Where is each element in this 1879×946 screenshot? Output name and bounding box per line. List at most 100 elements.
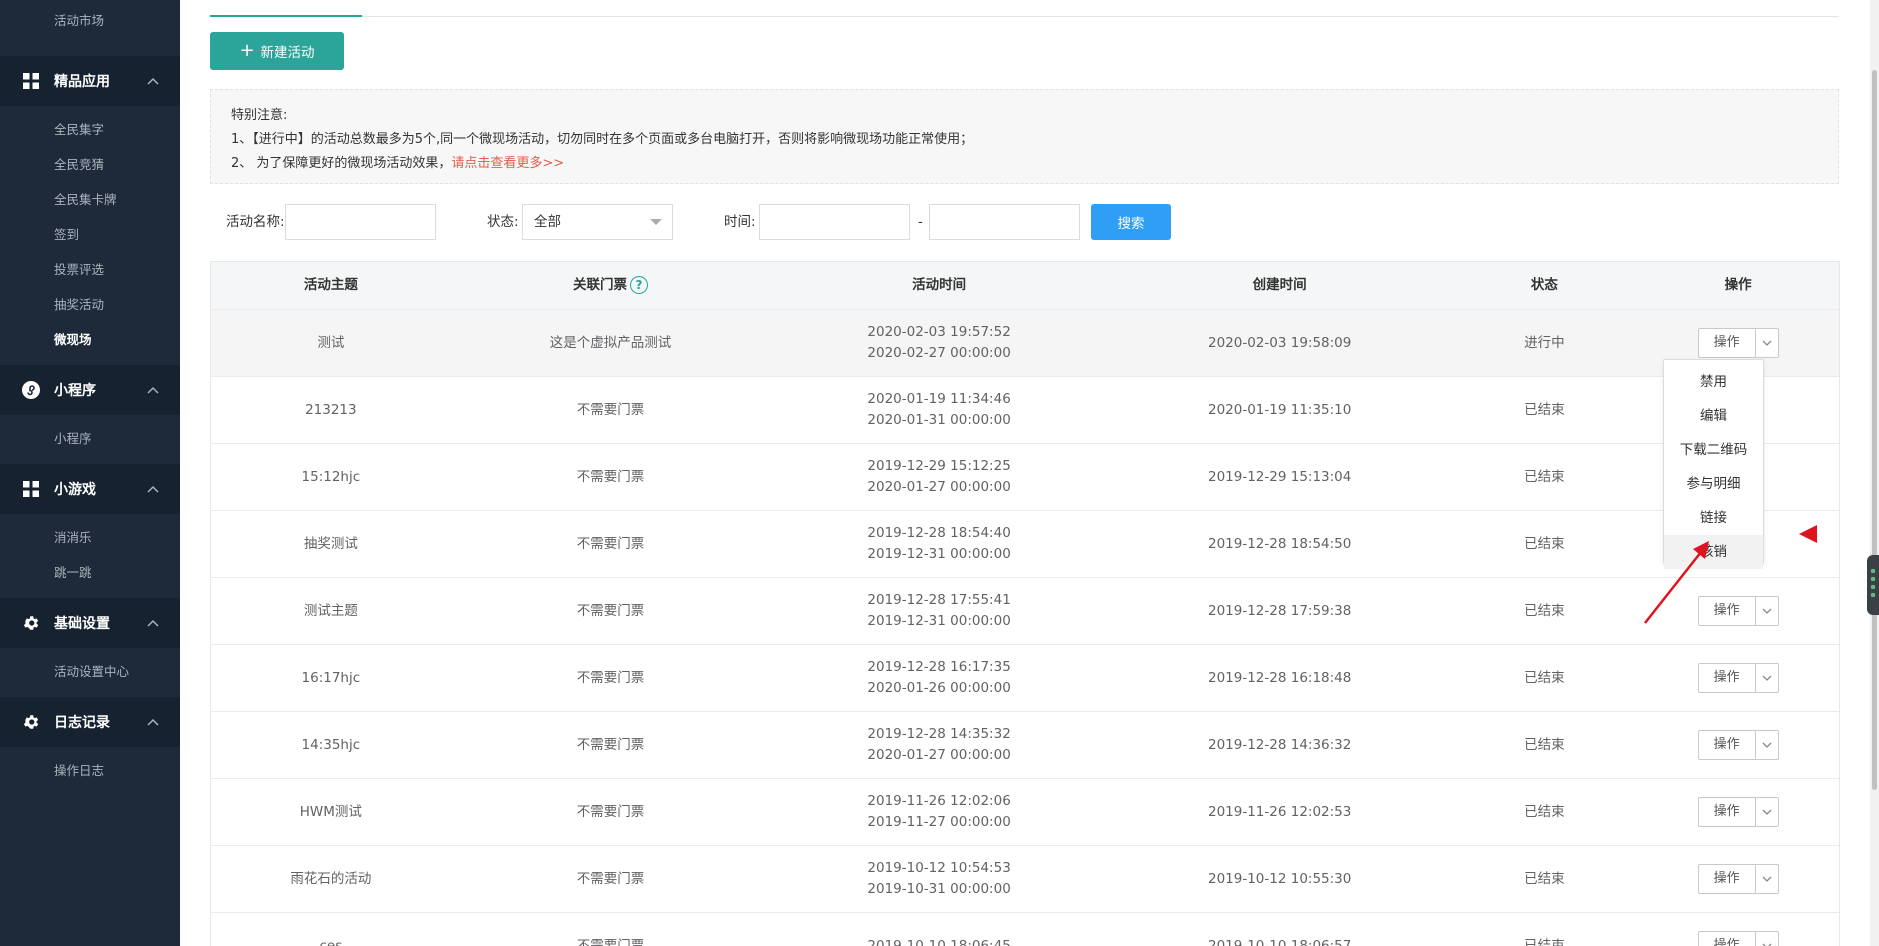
activity-start: 2019-12-28 16:17:35 [867, 659, 1011, 675]
annotation-arrow-icon [1644, 541, 1709, 624]
dropdown-item[interactable]: 禁用 [1664, 365, 1763, 399]
sidebar-item[interactable]: 投票评选 [0, 252, 180, 287]
cell-created-time: 2019-11-26 12:02:53 [1207, 803, 1352, 820]
sidebar-item[interactable]: 抽奖活动 [0, 287, 180, 322]
cell-ticket: 不需要门票 [576, 602, 645, 619]
status-select-value: 全部 [534, 214, 561, 230]
sidebar-item[interactable]: 跳一跳 [0, 555, 180, 590]
status-select[interactable]: 全部 [522, 204, 673, 240]
notice-line-2: 2、 为了保障更好的微现场活动效果，请点击查看更多>> [231, 152, 1818, 176]
cell-ticket: 不需要门票 [576, 870, 645, 887]
activity-end: 2020-01-26 00:00:00 [867, 680, 1011, 696]
cell-topic: 抽奖测试 [303, 535, 358, 552]
chevron-down-icon[interactable] [1756, 664, 1778, 692]
cell-created-time: 2020-02-03 19:58:09 [1207, 334, 1352, 351]
chevron-down-icon[interactable] [1756, 798, 1778, 826]
column-header: 活动主题 [303, 277, 358, 293]
cell-created-time: 2019-10-12 10:55:30 [1207, 870, 1352, 887]
activity-start: 2019-12-28 17:55:41 [867, 592, 1011, 608]
cell-operation: 操作 [1637, 663, 1839, 693]
cell-ticket: 不需要门票 [576, 937, 645, 946]
sidebar-group-4[interactable]: 日志记录 [0, 697, 180, 747]
sidebar-group-label: 小程序 [54, 383, 96, 399]
cell-status: 已结束 [1524, 401, 1565, 418]
sidebar-item[interactable]: 操作日志 [0, 753, 180, 788]
sidebar-group-0[interactable]: 精品应用 [0, 56, 180, 106]
chevron-down-icon[interactable] [1756, 932, 1778, 946]
cell-activity-time: 2019-12-28 17:55:41 2019-12-31 00:00:00 [770, 590, 1108, 632]
cell-topic: ces [319, 937, 343, 946]
chevron-down-icon[interactable] [1756, 731, 1778, 759]
cell-created-time: 2019-12-28 17:59:38 [1207, 602, 1352, 619]
sidebar-item[interactable]: 全民竞猜 [0, 147, 180, 182]
sidebar-group-2[interactable]: 小游戏 [0, 464, 180, 514]
operation-button[interactable]: 操作 [1697, 797, 1779, 827]
cell-activity-time: 2019-12-28 18:54:40 2019-12-31 00:00:00 [770, 523, 1108, 565]
activity-start: 2019-10-12 10:54:53 [867, 860, 1011, 876]
column-header-label: 关联门票 [573, 277, 627, 293]
dropdown-item[interactable]: 参与明细 [1664, 467, 1763, 501]
table-row: 测试主题 不需要门票 2019-12-28 17:55:41 2019-12-31 0… [211, 578, 1839, 645]
column-header: 操作 [1724, 277, 1752, 293]
chevron-down-icon[interactable] [1756, 865, 1778, 893]
plus-icon: + [239, 40, 255, 61]
sidebar-item[interactable]: 全民集字 [0, 112, 180, 147]
operation-button[interactable]: 操作 [1697, 663, 1779, 693]
activity-start: 2020-02-03 19:57:52 [867, 324, 1011, 340]
sidebar-group-1[interactable]: 小程序 [0, 365, 180, 415]
dropdown-item[interactable]: 链接 [1664, 501, 1763, 535]
sidebar-item-activity-market[interactable]: 活动市场 [0, 0, 180, 42]
cell-operation: 操作 [1637, 931, 1839, 946]
cell-operation: 操作 [1637, 797, 1839, 827]
operation-label: 操作 [1699, 865, 1756, 893]
cell-created-time: 2019-12-29 15:13:04 [1207, 468, 1352, 485]
edge-widget[interactable] [1867, 555, 1879, 615]
start-time-input[interactable] [759, 204, 910, 240]
new-activity-button[interactable]: + 新建活动 [210, 32, 344, 70]
sidebar-item[interactable]: 小程序 [0, 421, 180, 456]
sidebar-item[interactable]: 消消乐 [0, 520, 180, 555]
cell-created-time: 2019-12-28 18:54:50 [1207, 535, 1352, 552]
chevron-up-icon [147, 718, 159, 726]
app: 活动市场 精品应用 全民集字 全民竞猜 全民集卡牌 签到 投票评选 抽奖活动 微现场 小程序 小程… [0, 0, 1879, 946]
cell-status: 已结束 [1524, 669, 1565, 686]
chevron-down-icon[interactable] [1756, 597, 1778, 625]
cell-activity-time: 2019-12-28 14:35:32 2020-01-27 00:00:00 [770, 724, 1108, 766]
sidebar-item[interactable]: 签到 [0, 217, 180, 252]
operation-label: 操作 [1699, 329, 1756, 357]
operation-label: 操作 [1699, 798, 1756, 826]
time-label: 时间: [724, 214, 756, 230]
table-header: 活动主题 关联门票? 活动时间 创建时间 状态 操作 [211, 262, 1839, 310]
dropdown-item[interactable]: 下载二维码 [1664, 433, 1763, 467]
operation-button[interactable]: 操作 [1697, 931, 1779, 946]
sidebar-item[interactable]: 全民集卡牌 [0, 182, 180, 217]
table-row: 213213 不需要门票 2020-01-19 11:34:46 2020-01-31… [211, 377, 1839, 444]
dropdown-item[interactable]: 编辑 [1664, 399, 1763, 433]
cell-ticket: 不需要门票 [576, 803, 645, 820]
column-header: 活动时间 [912, 277, 967, 293]
operation-button[interactable]: 操作 [1697, 328, 1779, 358]
sidebar-item[interactable]: 微现场 [0, 322, 180, 357]
sidebar-group-3[interactable]: 基础设置 [0, 598, 180, 648]
activity-end: 2019-10-31 00:00:00 [867, 881, 1011, 897]
help-icon[interactable]: ? [630, 276, 648, 294]
cell-activity-time: 2020-01-19 11:34:46 2020-01-31 00:00:00 [770, 389, 1108, 431]
main-content: + 新建活动 特别注意: 1、【进行中】的活动总数最多为5个,同一个微现场活动，… [180, 0, 1879, 946]
sidebar-item[interactable]: 活动设置中心 [0, 654, 180, 689]
see-more-link[interactable]: 请点击查看更多>> [451, 156, 564, 171]
cell-operation: 操作 [1637, 328, 1839, 358]
operation-button[interactable]: 操作 [1697, 730, 1779, 760]
operation-button[interactable]: 操作 [1697, 864, 1779, 894]
cell-created-time: 2019-12-28 14:36:32 [1207, 736, 1352, 753]
activity-end: 2020-01-27 00:00:00 [867, 479, 1011, 495]
chevron-down-icon[interactable] [1756, 329, 1778, 357]
cell-topic: 14:35hjc [301, 736, 361, 753]
scrollbar-thumb[interactable] [1872, 70, 1877, 790]
search-button[interactable]: 搜索 [1091, 204, 1171, 240]
activity-name-input[interactable] [285, 204, 436, 240]
cell-status: 已结束 [1524, 736, 1565, 753]
cell-activity-time: 2019-11-26 12:02:06 2019-11-27 00:00:00 [770, 791, 1108, 833]
cell-status: 进行中 [1524, 334, 1565, 351]
end-time-input[interactable] [929, 204, 1080, 240]
grid-icon [22, 72, 40, 90]
